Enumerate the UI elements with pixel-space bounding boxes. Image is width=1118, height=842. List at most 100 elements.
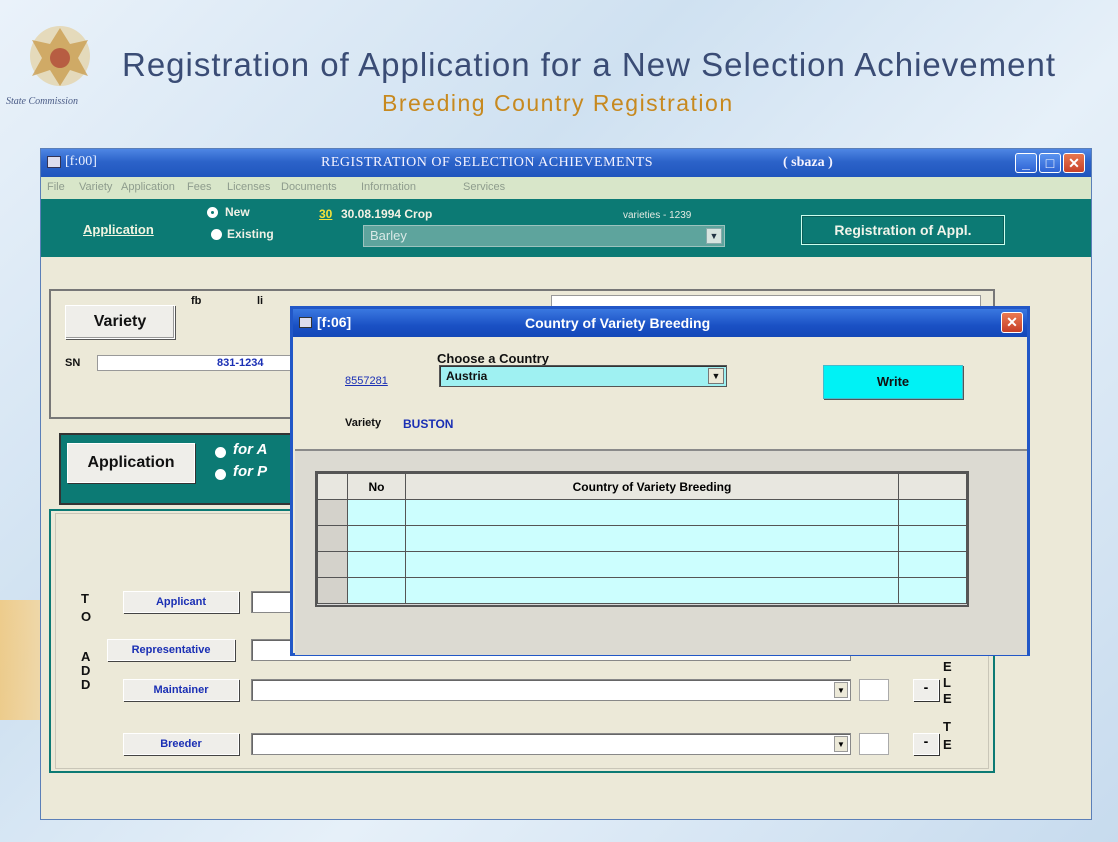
grid-cell[interactable] bbox=[898, 577, 967, 604]
delete-letter: E bbox=[943, 737, 952, 752]
application-toolbar: Application New Existing 30 30.08.1994 C… bbox=[41, 199, 1091, 257]
variety-field-label-b: li bbox=[257, 295, 264, 307]
menubar: File Variety Application Fees Licenses D… bbox=[41, 177, 1091, 199]
breeder-field[interactable]: ▼ bbox=[251, 733, 851, 755]
variety-label: Variety bbox=[345, 417, 382, 429]
country-select-value: Austria bbox=[446, 369, 488, 383]
grid-cell[interactable] bbox=[347, 525, 406, 552]
to-add-letter: A bbox=[81, 649, 91, 664]
menu-licenses[interactable]: Licenses bbox=[227, 181, 270, 193]
grid-header-extra bbox=[898, 473, 967, 500]
grid-cell[interactable] bbox=[347, 551, 406, 578]
chevron-down-icon[interactable]: ▼ bbox=[834, 736, 848, 752]
maintainer-field[interactable]: ▼ bbox=[251, 679, 851, 701]
crop-date-label: 30.08.1994 Crop bbox=[341, 207, 433, 221]
delete-letter: E bbox=[943, 659, 952, 674]
country-select[interactable]: Austria ▼ bbox=[439, 365, 727, 387]
crop-select[interactable]: Barley ▼ bbox=[363, 225, 725, 247]
grid-cell[interactable] bbox=[405, 499, 899, 526]
application-number-link[interactable]: 30 bbox=[319, 207, 332, 221]
grid-cell[interactable] bbox=[347, 499, 406, 526]
country-dialog: [f:06] Country of Variety Breeding ✕ Cho… bbox=[290, 306, 1030, 656]
close-icon: ✕ bbox=[1006, 314, 1018, 330]
table-row[interactable] bbox=[317, 525, 967, 552]
radio-existing-label: Existing bbox=[227, 227, 274, 241]
dialog-code: [f:06] bbox=[317, 314, 352, 330]
representative-button[interactable]: Representative bbox=[107, 639, 235, 661]
applicant-button[interactable]: Applicant bbox=[123, 591, 239, 613]
grid-cell[interactable] bbox=[898, 551, 967, 578]
radio-new[interactable] bbox=[207, 207, 218, 218]
option-for-a: for A bbox=[233, 441, 268, 458]
dialog-title: Country of Variety Breeding bbox=[525, 315, 711, 331]
write-button[interactable]: Write bbox=[823, 365, 963, 399]
varieties-count: varieties - 1239 bbox=[623, 210, 692, 221]
row-selector[interactable] bbox=[317, 525, 348, 552]
menu-documents[interactable]: Documents bbox=[281, 181, 337, 193]
to-add-letter: D bbox=[81, 677, 91, 692]
variety-value: BUSTON bbox=[403, 417, 454, 431]
registration-button[interactable]: Registration of Appl. bbox=[801, 215, 1005, 245]
minimize-button[interactable]: _ bbox=[1015, 153, 1037, 173]
breeder-code-field[interactable] bbox=[859, 733, 889, 755]
close-button[interactable]: ✕ bbox=[1063, 153, 1085, 173]
maximize-button[interactable]: □ bbox=[1039, 153, 1061, 173]
sn-label: SN bbox=[65, 357, 81, 369]
country-grid: No Country of Variety Breeding bbox=[315, 471, 969, 607]
state-crest-icon bbox=[30, 26, 90, 86]
delete-letter: L bbox=[943, 675, 951, 690]
to-add-letter: D bbox=[81, 663, 91, 678]
table-row[interactable] bbox=[317, 551, 967, 578]
to-add-letter: T bbox=[81, 591, 89, 606]
grid-cell[interactable] bbox=[405, 525, 899, 552]
window-icon bbox=[47, 156, 61, 168]
grid-header-country: Country of Variety Breeding bbox=[405, 473, 899, 500]
application-button[interactable]: Application bbox=[67, 443, 195, 483]
slide-title: Registration of Application for a New Se… bbox=[122, 46, 1056, 83]
delete-letter: T bbox=[943, 719, 951, 734]
variety-code-link[interactable]: 8557281 bbox=[345, 375, 388, 387]
table-row[interactable] bbox=[317, 499, 967, 526]
maintainer-button[interactable]: Maintainer bbox=[123, 679, 239, 701]
variety-field-label-a: fb bbox=[191, 295, 202, 307]
grid-cell[interactable] bbox=[347, 577, 406, 604]
delete-maintainer-button[interactable]: - bbox=[913, 679, 939, 701]
delete-breeder-button[interactable]: - bbox=[913, 733, 939, 755]
grid-corner bbox=[317, 473, 348, 500]
table-row[interactable] bbox=[317, 577, 967, 604]
menu-fees[interactable]: Fees bbox=[187, 181, 211, 193]
chevron-down-icon[interactable]: ▼ bbox=[706, 228, 722, 244]
breeder-button[interactable]: Breeder bbox=[123, 733, 239, 755]
slide-subtitle: Breeding Country Registration bbox=[382, 90, 734, 116]
application-link[interactable]: Application bbox=[83, 222, 154, 237]
radio-for-p[interactable] bbox=[215, 469, 226, 480]
sn-field[interactable] bbox=[97, 355, 297, 371]
menu-file[interactable]: File bbox=[47, 181, 65, 193]
crop-select-value: Barley bbox=[370, 228, 407, 243]
minimize-icon: _ bbox=[1022, 155, 1030, 171]
window-title: REGISTRATION OF SELECTION ACHIEVEMENTS bbox=[321, 155, 654, 170]
grid-cell[interactable] bbox=[405, 577, 899, 604]
row-selector[interactable] bbox=[317, 577, 348, 604]
dialog-titlebar[interactable]: [f:06] Country of Variety Breeding ✕ bbox=[293, 309, 1027, 337]
menu-information[interactable]: Information bbox=[361, 181, 416, 193]
variety-button[interactable]: Variety bbox=[65, 305, 175, 339]
menu-services[interactable]: Services bbox=[463, 181, 505, 193]
grid-cell[interactable] bbox=[405, 551, 899, 578]
chevron-down-icon[interactable]: ▼ bbox=[708, 368, 724, 384]
radio-existing[interactable] bbox=[211, 229, 222, 240]
grid-cell[interactable] bbox=[898, 525, 967, 552]
sn-value: 831-1234 bbox=[217, 357, 264, 369]
chevron-down-icon[interactable]: ▼ bbox=[834, 682, 848, 698]
grid-cell[interactable] bbox=[898, 499, 967, 526]
menu-application[interactable]: Application bbox=[121, 181, 175, 193]
row-selector[interactable] bbox=[317, 499, 348, 526]
dialog-window-icon bbox=[299, 317, 312, 328]
maintainer-code-field[interactable] bbox=[859, 679, 889, 701]
crest-caption: State Commission bbox=[6, 96, 78, 107]
main-titlebar[interactable]: [f:00] REGISTRATION OF SELECTION ACHIEVE… bbox=[41, 149, 1091, 177]
menu-variety[interactable]: Variety bbox=[79, 181, 112, 193]
radio-for-a[interactable] bbox=[215, 447, 226, 458]
row-selector[interactable] bbox=[317, 551, 348, 578]
dialog-close-button[interactable]: ✕ bbox=[1001, 312, 1023, 333]
